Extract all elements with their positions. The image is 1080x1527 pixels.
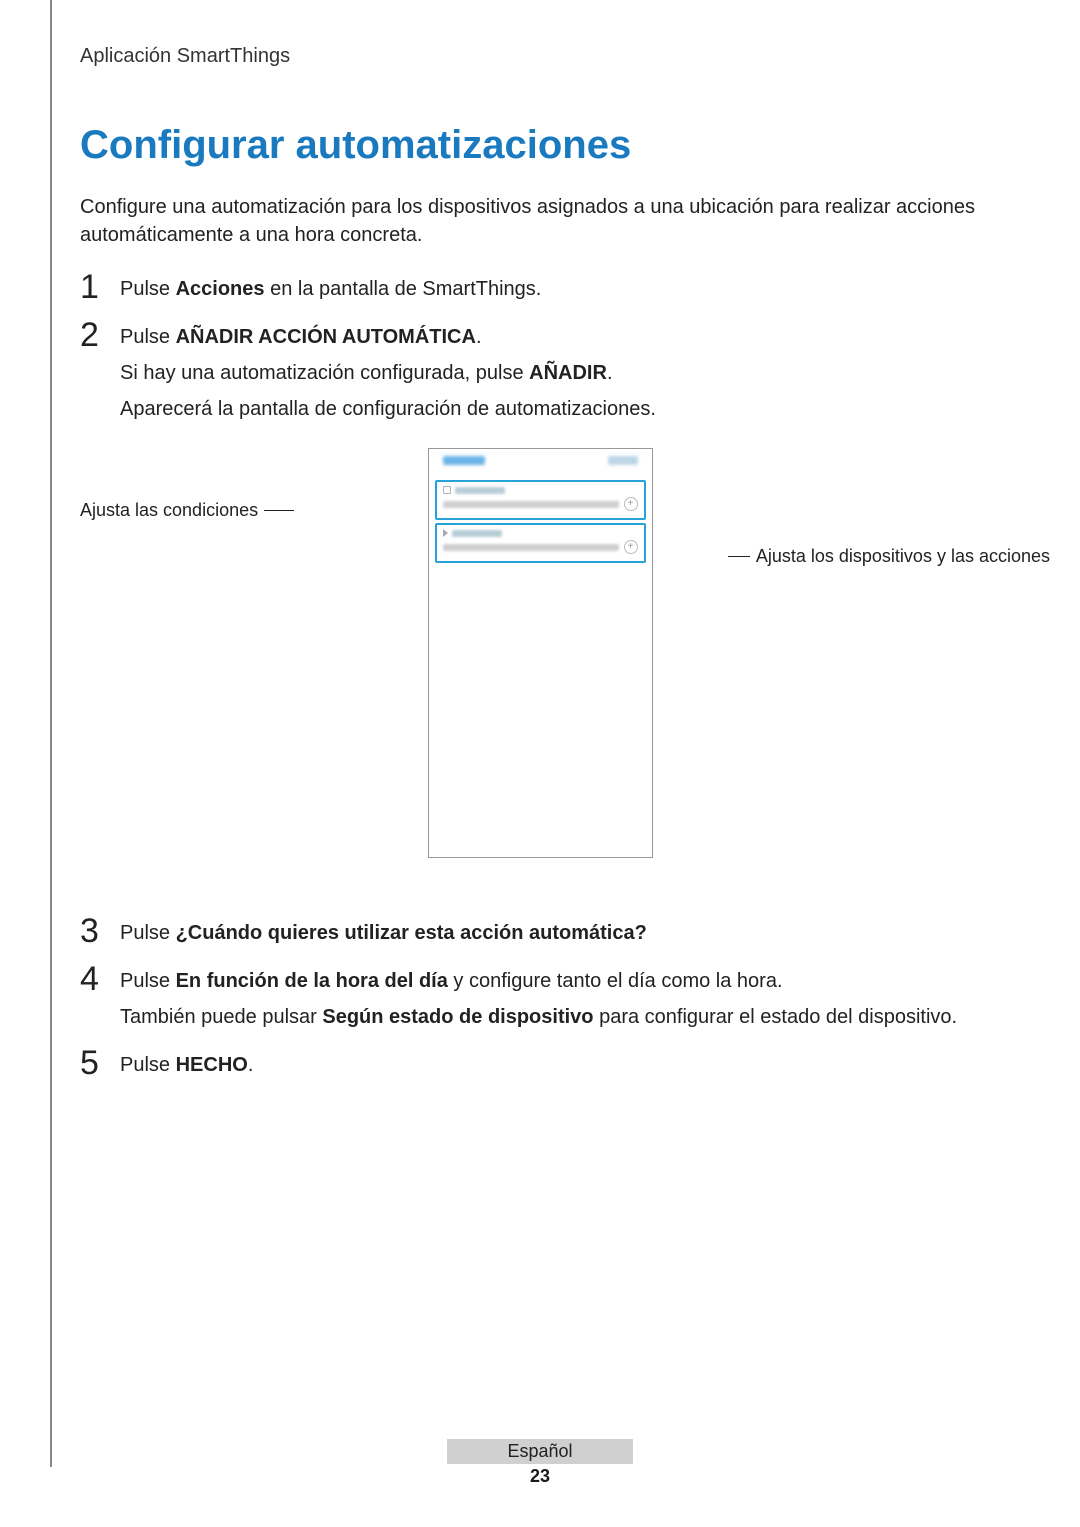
text: . [476,326,482,348]
text: . [248,1054,254,1076]
step-number: 2 [80,318,120,352]
mock-header [429,449,652,477]
intro-paragraph: Configure una automatización para los di… [80,193,1000,249]
bold-term: AÑADIR [529,362,607,384]
page-number: 23 [0,1466,1080,1487]
step-5: 5 Pulse HECHO. [80,1050,1000,1086]
step-text: Pulse HECHO. [120,1050,1000,1086]
mock-actions-box: + [435,523,646,563]
text: Pulse [120,278,176,300]
step-number: 4 [80,962,120,996]
text: Pulse [120,1054,176,1076]
mock-cancel-blur [443,456,485,465]
plus-icon: + [624,540,638,554]
step-text: Pulse ¿Cuándo quieres utilizar esta acci… [120,918,1000,954]
text: Pulse [120,970,176,992]
phone-mockup: + + [428,448,653,858]
callout-label: Ajusta los dispositivos y las acciones [756,546,1050,567]
bold-term: HECHO [176,1054,248,1076]
mock-label-blur [455,487,505,494]
step-number: 3 [80,914,120,948]
mock-prompt-blur [443,544,619,551]
callout-actions: Ajusta los dispositivos y las acciones [728,546,1050,567]
step-text: Pulse AÑADIR ACCIÓN AUTOMÁTICA. Si hay u… [120,322,1000,430]
mock-label-blur [452,530,502,537]
plus-icon: + [624,497,638,511]
step-1: 1 Pulse Acciones en la pantalla de Smart… [80,274,1000,310]
section-header: Aplicación SmartThings [80,45,1000,68]
text: También puede pulsar [120,1006,322,1028]
callout-line [728,556,750,557]
step-number: 5 [80,1046,120,1080]
play-icon [443,529,448,537]
callout-label: Ajusta las condiciones [80,500,258,521]
step-text: Pulse Acciones en la pantalla de SmartTh… [120,274,1000,310]
text: Si hay una automatización configurada, p… [120,362,529,384]
text: en la pantalla de SmartThings. [265,278,542,300]
page-title: Configurar automatizaciones [80,123,1000,168]
bold-term: Según estado de dispositivo [322,1006,593,1028]
language-label: Español [447,1439,632,1464]
page-left-border [50,0,52,1467]
text: Pulse [120,922,176,944]
bold-term: ¿Cuándo quieres utilizar esta acción aut… [176,922,647,944]
callout-line [264,510,294,511]
mock-prompt-blur [443,501,619,508]
step-number: 1 [80,270,120,304]
text: Pulse [120,326,176,348]
illustration-area: Ajusta las condiciones + + [80,448,1000,888]
text: para configurar el estado del dispositiv… [594,1006,958,1028]
text: y configure tanto el día como la hora. [448,970,783,992]
clock-icon [443,486,451,494]
bold-term: En función de la hora del día [176,970,448,992]
text: . [607,362,613,384]
mock-save-blur [608,456,638,465]
mock-conditions-box: + [435,480,646,520]
step-3: 3 Pulse ¿Cuándo quieres utilizar esta ac… [80,918,1000,954]
bold-term: Acciones [176,278,265,300]
page-footer: Español 23 [0,1439,1080,1487]
step-2: 2 Pulse AÑADIR ACCIÓN AUTOMÁTICA. Si hay… [80,322,1000,430]
callout-conditions: Ajusta las condiciones [80,500,294,521]
step-4: 4 Pulse En función de la hora del día y … [80,966,1000,1038]
step-text: Pulse En función de la hora del día y co… [120,966,1000,1038]
text: Aparecerá la pantalla de configuración d… [120,394,1000,424]
bold-term: AÑADIR ACCIÓN AUTOMÁTICA [176,326,476,348]
